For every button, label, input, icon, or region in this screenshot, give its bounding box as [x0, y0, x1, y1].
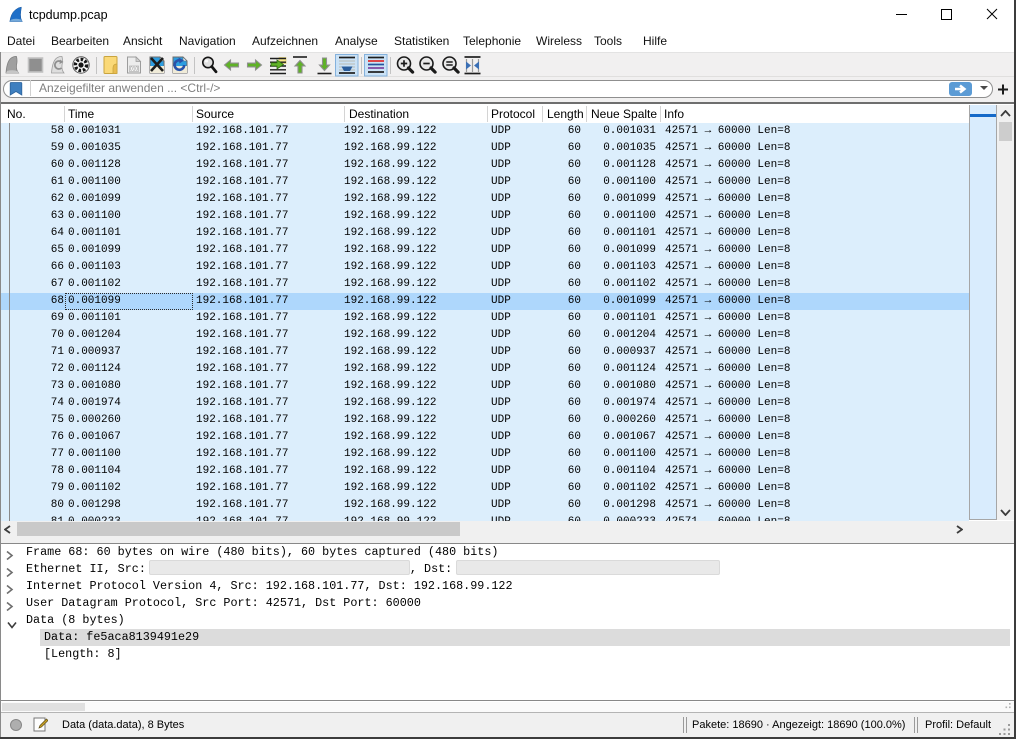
svg-text:010: 010	[130, 67, 139, 73]
